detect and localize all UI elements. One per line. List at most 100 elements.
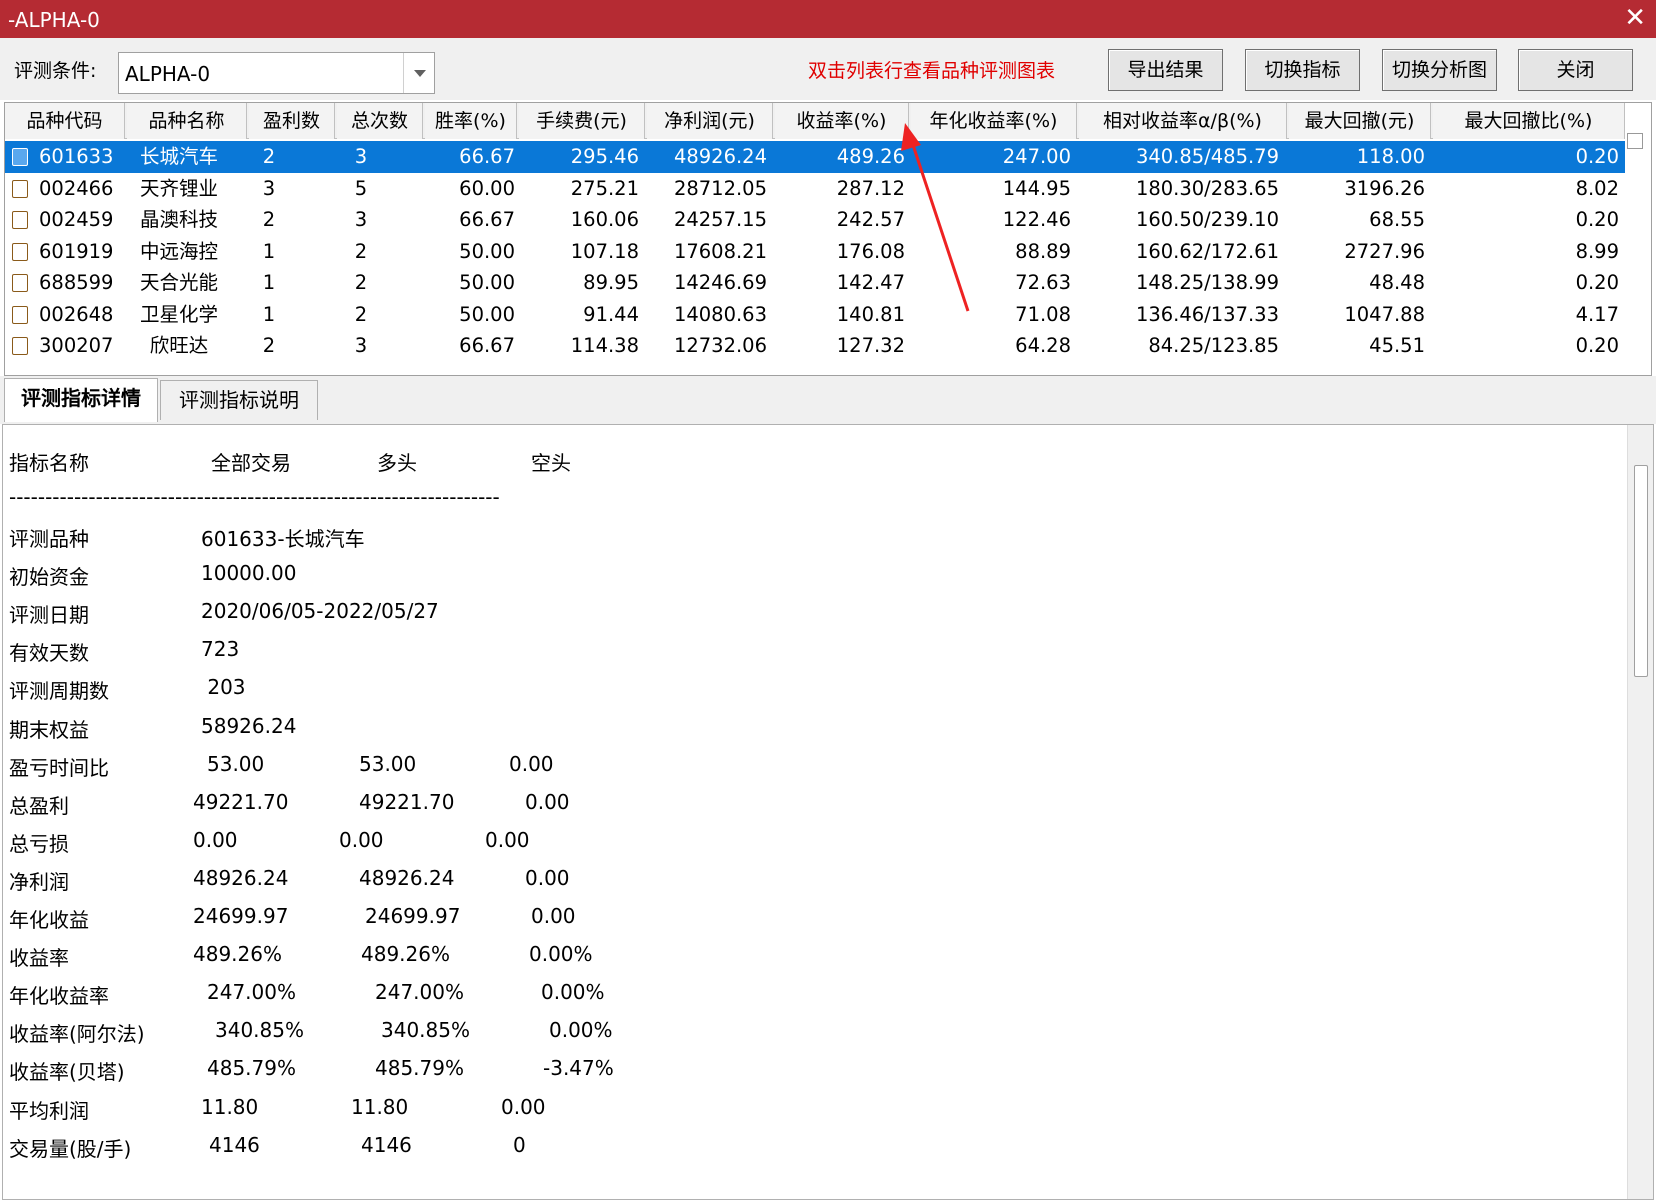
metric-value-short: 0.00% [541,980,605,1004]
cell-annual: 72.63 [1015,271,1071,294]
column-header[interactable]: 收益率(%) [775,103,909,139]
metric-value-all: 485.79% [207,1056,296,1080]
cell-ab: 340.85/485.79 [1135,145,1279,168]
cell-ret: 489.26 [836,145,905,168]
metric-value-long: 11.80 [351,1095,409,1119]
metric-label: 评测品种 [9,527,89,551]
table-row[interactable]: 300207 欣旺达 2 3 66.67 114.38 12732.06 127.32 64.2… [5,330,1625,362]
cell-ret: 287.12 [836,176,905,200]
condition-value: ALPHA-0 [125,62,211,86]
table-row[interactable]: 002466 天齐锂业 3 5 60.00 275.21 28712.05 287.12 144… [5,173,1625,205]
metric-value-short: 0.00 [485,828,530,852]
column-header[interactable]: 盈利数 [249,103,335,139]
metric-value-all: 49221.70 [193,790,289,814]
column-header[interactable]: 手续费(元) [519,103,645,139]
cell-profit: 12732.06 [673,334,767,357]
cell-win: 2 [262,208,276,231]
cell-dd: 48.48 [1369,271,1425,294]
column-header[interactable]: 品种名称 [127,103,247,139]
cell-win: 1 [262,239,276,263]
metric-value-short: -3.47% [543,1056,614,1080]
metric-value-long: 24699.97 [365,904,461,928]
cell-ab: 160.62/172.61 [1135,239,1279,263]
metric-label: 评测周期数 [9,679,109,703]
cell-ddr: 0.20 [1575,334,1619,357]
cell-ab: 148.25/138.99 [1135,271,1279,294]
metric-label: 收益率(贝塔) [9,1060,125,1084]
column-header[interactable]: 胜率(%) [425,103,517,139]
toolbar: 评测条件: ALPHA-0 双击列表行查看品种评测图表 导出结果 切换指标 切换… [0,38,1656,100]
detail-header-long: 多头 [377,451,417,475]
cell-annual: 88.89 [1015,239,1071,263]
cell-ddr: 0.20 [1575,145,1619,168]
metric-value-all: 48926.24 [193,866,289,890]
hint-text: 双击列表行查看品种评测图表 [808,60,1056,82]
detail-pane: 指标名称 全部交易 多头 空头 ------------------------… [2,424,1654,1200]
cell-fee: 91.44 [583,302,639,326]
cell-dd: 1047.88 [1344,302,1425,326]
cell-profit: 48926.24 [673,145,767,168]
condition-select[interactable]: ALPHA-0 [118,52,435,94]
metric-value-short: 0 [513,1133,526,1157]
column-header[interactable]: 净利润(元) [647,103,773,139]
export-button[interactable]: 导出结果 [1108,49,1223,91]
cell-dd: 45.51 [1369,334,1425,357]
scrollbar-thumb[interactable] [1634,465,1648,677]
cell-name: 欣旺达 [149,334,209,357]
metric-value-long: 489.26% [361,942,450,966]
metric-value-all: 4146 [209,1133,260,1157]
document-icon [12,179,28,198]
tab-bar: 评测指标详情 评测指标说明 [0,376,1656,424]
cell-ab: 160.50/239.10 [1135,208,1279,231]
document-icon [12,242,28,261]
metric-value-short: 0.00% [549,1018,613,1042]
detail-header-name: 指标名称 [9,451,89,475]
metric-value-short: 0.00 [525,790,570,814]
cell-dd: 68.55 [1369,208,1425,231]
cell-ret: 142.47 [836,271,905,294]
column-header[interactable]: 总次数 [337,103,423,139]
column-header[interactable]: 年化收益率(%) [911,103,1077,139]
metric-value: 58926.24 [201,714,297,738]
column-header[interactable]: 品种代码 [5,103,125,139]
tab-metric-details[interactable]: 评测指标详情 [4,378,158,422]
document-icon [12,274,28,292]
cell-name: 天齐锂业 [139,176,218,200]
cell-code: 002459 [39,208,114,231]
cell-code: 002466 [39,176,114,200]
column-toggle-checkbox[interactable] [1627,133,1643,149]
cell-fee: 107.18 [570,239,639,263]
cell-dd: 3196.26 [1344,176,1425,200]
cell-rate: 50.00 [459,271,515,294]
table-row[interactable]: 002459 晶澳科技 2 3 66.67 160.06 24257.15 242.57 122… [5,204,1625,236]
table-row[interactable]: 002648 卫星化学 1 2 50.00 91.44 14080.63 140.81 71.0… [5,299,1625,331]
cell-name: 长城汽车 [139,145,218,168]
results-table: 品种代码 品种名称 盈利数 总次数 胜率(%) 手续费(元) 净利润(元) 收益率(%) 年化收… [4,102,1652,376]
cell-fee: 275.21 [570,176,639,200]
cell-ret: 140.81 [836,302,905,326]
table-row[interactable]: 601633 长城汽车 2 3 66.67 295.46 48926.24 489.26 247… [5,141,1625,173]
cell-ddr: 0.20 [1575,271,1619,294]
tab-metric-explanation[interactable]: 评测指标说明 [160,380,318,420]
metric-label: 平均利润 [9,1099,89,1123]
cell-ddr: 8.02 [1575,176,1619,200]
column-header[interactable]: 相对收益率α/β(%) [1079,103,1287,139]
metric-value-long: 485.79% [375,1056,464,1080]
column-header[interactable]: 最大回撤比(%) [1433,103,1625,139]
close-icon[interactable]: ✕ [1624,3,1646,33]
cell-dd: 2727.96 [1344,239,1425,263]
vertical-scrollbar[interactable] [1627,425,1653,1199]
close-button[interactable]: 关闭 [1518,49,1633,91]
cell-dd: 118.00 [1356,145,1425,168]
table-row[interactable]: 601919 中远海控 1 2 50.00 107.18 17608.21 176.08 88.… [5,236,1625,268]
cell-code: 002648 [39,302,114,326]
switch-metric-button[interactable]: 切换指标 [1245,49,1360,91]
switch-chart-button[interactable]: 切换分析图 [1382,49,1497,91]
column-header[interactable]: 最大回撤(元) [1289,103,1431,139]
metric-label: 初始资金 [9,565,89,589]
chevron-down-icon[interactable] [403,53,434,93]
cell-win: 1 [262,271,276,294]
table-row[interactable]: 688599 天合光能 1 2 50.00 89.95 14246.69 142.47 72.6… [5,267,1625,299]
metric-value-short: 0.00 [509,752,554,776]
cell-ret: 176.08 [836,239,905,263]
